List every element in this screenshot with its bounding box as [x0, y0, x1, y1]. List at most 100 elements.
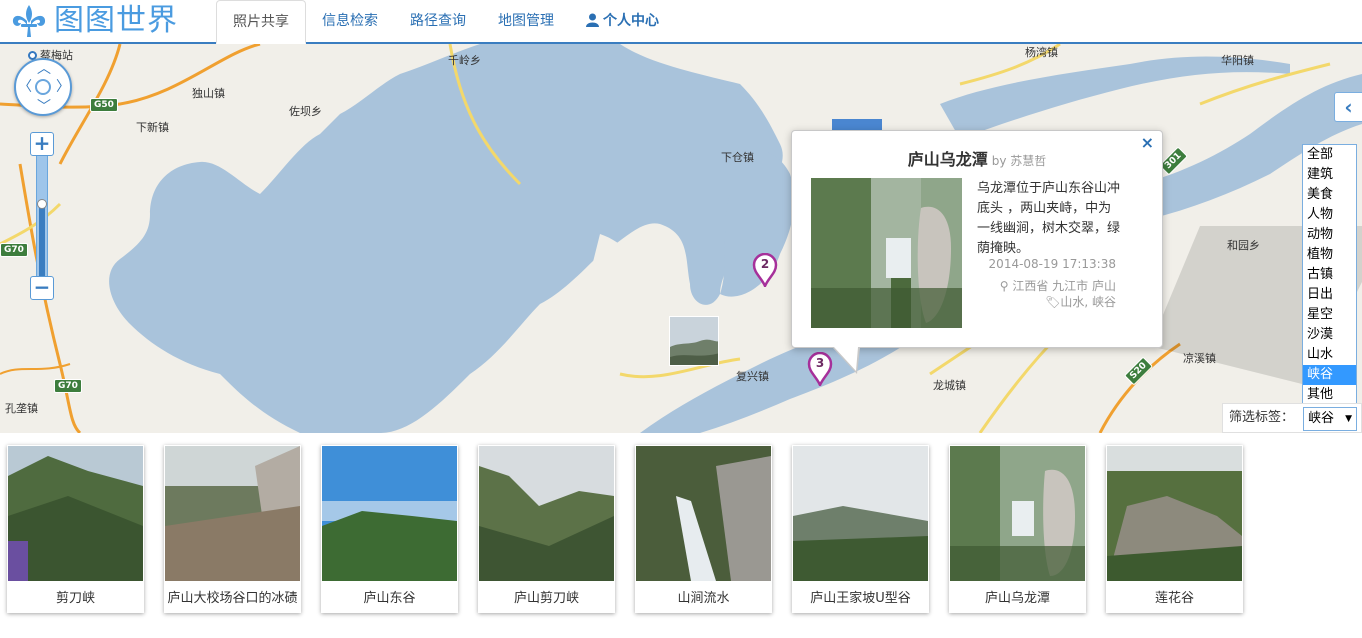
photo-card[interactable]: 庐山东谷 [321, 445, 458, 613]
place-label: 杨湾镇 [1025, 46, 1058, 59]
place-label: 龙城镇 [933, 379, 966, 392]
pan-down-icon[interactable]: ﹀ [37, 100, 51, 114]
map-marker[interactable]: 3 [807, 351, 833, 389]
logo[interactable]: 图图世界 [8, 3, 178, 39]
popup-title: 庐山乌龙潭 by 苏慧哲 [792, 146, 1162, 170]
photo-caption: 庐山乌龙潭 [984, 591, 1050, 606]
zoom-slider-handle[interactable] [37, 199, 47, 209]
photo-image [322, 446, 457, 581]
tag-option[interactable]: 山水 [1303, 345, 1356, 365]
place-label: 下新镇 [136, 121, 169, 134]
pan-control[interactable]: ︿ ﹀ 〈 〉 [14, 58, 72, 116]
popup-photo[interactable] [811, 178, 962, 328]
place-label: 千岭乡 [448, 54, 481, 67]
tag-option[interactable]: 沙漠 [1303, 325, 1356, 345]
marker-number: 3 [815, 356, 825, 370]
zoom-slider-fill [39, 204, 45, 276]
photo-card[interactable]: 庐山大校场谷口的冰碛 [164, 445, 301, 613]
photo-image [950, 446, 1085, 581]
tag-option[interactable]: 人物 [1303, 205, 1356, 225]
highway-shield: G70 [0, 243, 28, 257]
tab-map-manage[interactable]: 地图管理 [482, 0, 570, 42]
place-label: 佐坝乡 [289, 105, 322, 118]
popup-title-text: 庐山乌龙潭 [907, 150, 988, 169]
tag-option[interactable]: 星空 [1303, 305, 1356, 325]
photo-image [479, 446, 614, 581]
place-label: 华阳镇 [1221, 54, 1254, 67]
zoom-out-button[interactable]: − [30, 276, 54, 300]
photo-card[interactable]: 山涧流水 [635, 445, 772, 613]
tag-filter-list[interactable]: 全部 建筑 美食 人物 动物 植物 古镇 日出 星空 沙漠 山水 峡谷 其他 [1302, 144, 1357, 406]
photo-card[interactable]: 庐山剪刀峡 [478, 445, 615, 613]
photo-card[interactable]: 剪刀峡 [7, 445, 144, 613]
tag-option[interactable]: 其他 [1303, 385, 1356, 405]
map-view[interactable]: 蔡梅站 独山镇 佐坝乡 下新镇 千岭乡 下仓镇 杨湾镇 华阳镇 和园乡 复兴镇 … [0, 44, 1362, 433]
place-label: 下仓镇 [721, 151, 754, 164]
place-label: 和园乡 [1227, 239, 1260, 252]
popup-timestamp: 2014-08-19 17:13:38 [988, 257, 1116, 271]
location-icon: ⚲ [999, 279, 1013, 293]
photo-image [8, 446, 143, 581]
pan-left-icon[interactable]: 〈 [18, 80, 32, 94]
photo-card[interactable]: 莲花谷 [1106, 445, 1243, 613]
pan-up-icon[interactable]: ︿ [37, 62, 51, 76]
pan-right-icon[interactable]: 〉 [56, 80, 70, 94]
photo-strip: 剪刀峡 庐山大校场谷口的冰碛 庐山东谷 庐山剪刀峡 山涧流水 庐山王家坡U型谷 [0, 433, 1362, 638]
tab-personal-center-label: 个人中心 [603, 13, 659, 29]
photo-caption: 庐山王家坡U型谷 [810, 591, 911, 606]
place-label: 凉溪镇 [1183, 352, 1216, 365]
tag-filter-bar: 筛选标签： 峡谷 ▼ [1222, 403, 1362, 433]
place-label: 独山镇 [192, 87, 225, 100]
zoom-in-button[interactable]: + [30, 132, 54, 156]
marker-number: 2 [760, 257, 770, 271]
highway-shield: G70 [54, 379, 82, 393]
tag-option[interactable]: 动物 [1303, 225, 1356, 245]
photo-card[interactable]: 庐山乌龙潭 [949, 445, 1086, 613]
filter-label: 筛选标签： [1229, 410, 1295, 425]
photo-image [165, 446, 300, 581]
tag-option[interactable]: 植物 [1303, 245, 1356, 265]
photo-image [636, 446, 771, 581]
popup-description: 乌龙潭位于庐山东谷山冲底头 ，两山夹峙，中为一线幽涧，树木交翠，绿荫掩映。 [977, 181, 1121, 256]
photo-caption: 莲花谷 [1154, 591, 1194, 606]
tab-info-search[interactable]: 信息检索 [306, 0, 394, 42]
photo-info-popup: × 庐山乌龙潭 by 苏慧哲 乌龙潭位于庐山东谷山冲底头 ，两山夹峙，中为一线幽涧… [791, 130, 1163, 374]
photo-caption: 山涧流水 [677, 591, 730, 606]
tab-personal-center[interactable]: 个人中心 [570, 0, 675, 42]
place-label: 复兴镇 [736, 370, 769, 383]
tag-option[interactable]: 古镇 [1303, 265, 1356, 285]
pan-center-icon[interactable] [35, 79, 51, 95]
tab-route-query[interactable]: 路径查询 [394, 0, 482, 42]
tag-option[interactable]: 建筑 [1303, 165, 1356, 185]
photo-caption: 庐山剪刀峡 [513, 591, 579, 606]
map-marker[interactable]: 2 [752, 252, 778, 290]
tab-photo-share[interactable]: 照片共享 [216, 0, 306, 44]
tag-option[interactable]: 美食 [1303, 185, 1356, 205]
popup-author: by 苏慧哲 [991, 154, 1047, 168]
popup-tail [834, 347, 858, 371]
photo-image [811, 178, 962, 328]
chevron-left-icon[interactable]: ‹ [1334, 92, 1362, 122]
tag-option-selected[interactable]: 峡谷 [1303, 365, 1356, 385]
filter-selected-value: 峡谷 [1308, 411, 1335, 426]
photo-image [670, 317, 718, 365]
photo-caption: 庐山大校场谷口的冰碛 [167, 591, 298, 606]
popup-location: ⚲ 江西省 九江市 庐山 [999, 279, 1116, 293]
zoom-slider[interactable] [36, 156, 48, 276]
popup-tags: 🏷山水, 峡谷 [1045, 295, 1116, 309]
map-photo-thumbnail[interactable] [669, 316, 719, 366]
top-header: 图图世界 照片共享 信息检索 路径查询 地图管理 个人中心 [0, 0, 1362, 44]
caret-down-icon: ▼ [1345, 414, 1352, 424]
tag-option[interactable]: 全部 [1303, 145, 1356, 165]
photo-caption: 剪刀峡 [55, 591, 95, 606]
tag-option[interactable]: 日出 [1303, 285, 1356, 305]
fleur-de-lis-icon [12, 5, 46, 37]
place-label: 孔垄镇 [5, 402, 38, 415]
tag-icon: 🏷 [1045, 295, 1061, 309]
main-nav: 照片共享 信息检索 路径查询 地图管理 个人中心 [216, 0, 675, 44]
highway-shield: G50 [90, 98, 118, 112]
photo-card[interactable]: 庐山王家坡U型谷 [792, 445, 929, 613]
photo-image [793, 446, 928, 581]
tag-filter-select[interactable]: 峡谷 ▼ [1303, 407, 1357, 431]
user-icon [586, 13, 599, 27]
